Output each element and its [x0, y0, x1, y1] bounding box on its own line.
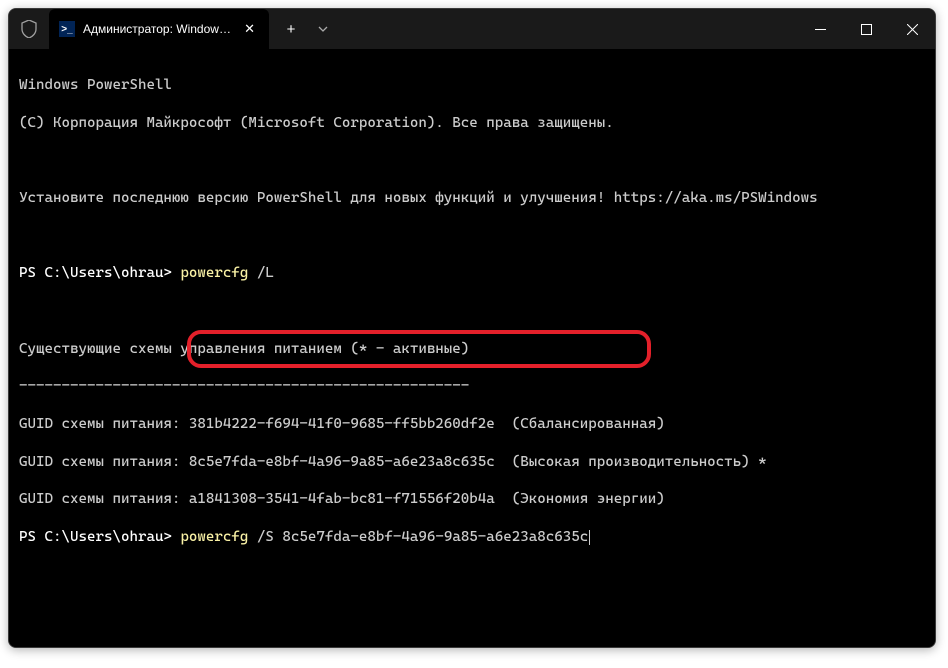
- tab-title: Администратор: Windows Po: [83, 22, 232, 36]
- scheme-line: GUID схемы питания: 381b4222-f694-41f0-9…: [19, 415, 925, 434]
- blank-line: [19, 227, 925, 246]
- powershell-icon-glyph: >_: [61, 24, 72, 35]
- minimize-button[interactable]: [797, 9, 843, 49]
- prompt-prefix: PS C:\Users\ohrau>: [19, 265, 180, 281]
- banner-line: Windows PowerShell: [19, 76, 925, 95]
- command-arg: /L: [257, 265, 274, 281]
- maximize-button[interactable]: [843, 9, 889, 49]
- titlebar: >_ Администратор: Windows Po ✕ +: [9, 9, 935, 49]
- tab-dropdown-button[interactable]: [309, 14, 337, 44]
- prompt-line: PS C:\Users\ohrau> powercfg /L: [19, 264, 925, 283]
- terminal-window: >_ Администратор: Windows Po ✕ + Windows…: [8, 8, 936, 648]
- install-msg: Установите последнюю версию PowerShell д…: [19, 189, 925, 208]
- command: powercfg: [180, 265, 256, 281]
- window-controls: [797, 9, 935, 49]
- blank-line: [19, 151, 925, 170]
- scheme-line: GUID схемы питания: 8c5e7fda-e8bf-4a96-9…: [19, 453, 925, 472]
- tab-close-button[interactable]: ✕: [240, 19, 259, 39]
- active-tab[interactable]: >_ Администратор: Windows Po ✕: [49, 9, 269, 49]
- prompt-line: PS C:\Users\ohrau> powercfg /S 8c5e7fda-…: [19, 528, 925, 547]
- separator: ----------------------------------------…: [19, 377, 925, 396]
- scheme-line: GUID схемы питания: a1841308-3541-4fab-b…: [19, 490, 925, 509]
- new-tab-button[interactable]: +: [273, 14, 309, 44]
- banner-line: (C) Корпорация Майкрософт (Microsoft Cor…: [19, 114, 925, 133]
- prompt-prefix: PS C:\Users\ohrau>: [19, 529, 180, 545]
- close-button[interactable]: [889, 9, 935, 49]
- powershell-icon: >_: [59, 21, 75, 37]
- schemes-header: Существующие схемы управления питанием (…: [19, 340, 925, 359]
- blank-line: [19, 302, 925, 321]
- shield-icon: [9, 9, 49, 49]
- titlebar-left: >_ Администратор: Windows Po ✕ +: [9, 9, 337, 49]
- terminal-body[interactable]: Windows PowerShell (C) Корпорация Майкро…: [9, 49, 935, 647]
- command: powercfg: [180, 529, 256, 545]
- command-arg: /S 8c5e7fda-e8bf-4a96-9a85-a6e23a8c635c: [257, 529, 588, 545]
- text-cursor: [589, 530, 590, 545]
